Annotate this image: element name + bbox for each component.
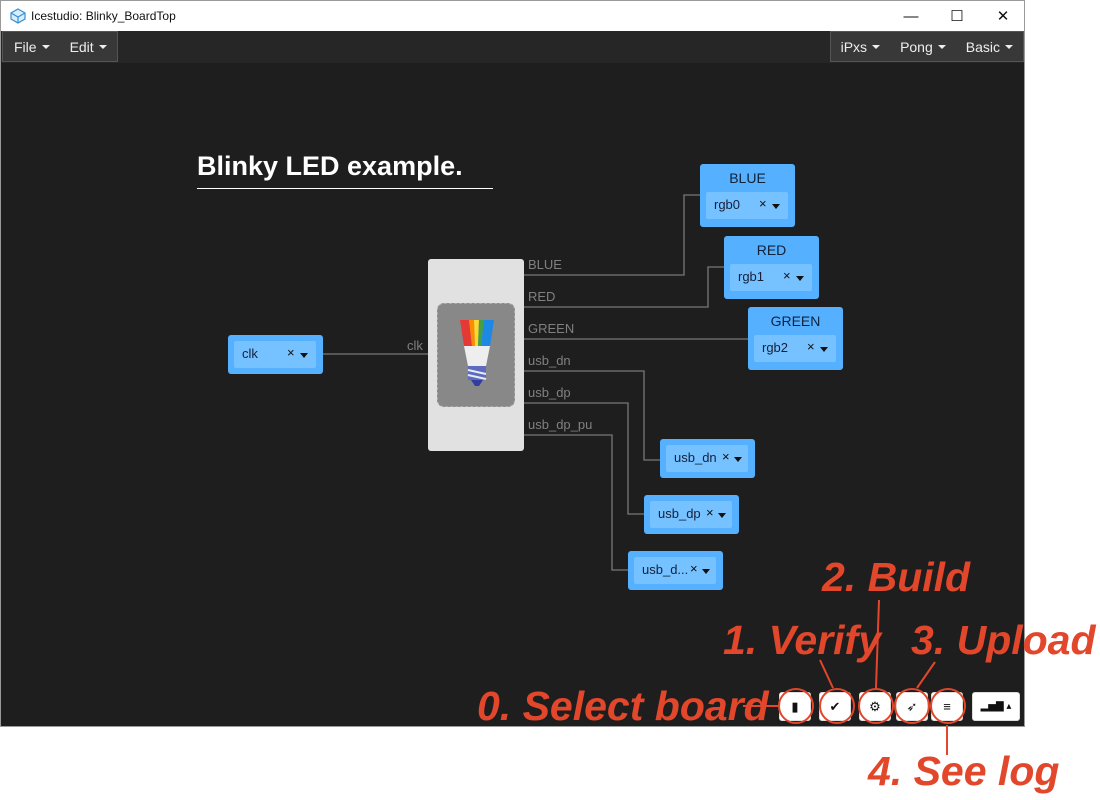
select-board-highlight: [778, 688, 814, 724]
annotation-lines: [743, 599, 948, 755]
verify-highlight: [819, 688, 855, 724]
annotation-upload: 3. Upload: [911, 617, 1096, 663]
annotation-select-board: 0. Select board: [477, 683, 769, 729]
build-highlight: [858, 688, 894, 724]
log-highlight: [930, 688, 966, 724]
upload-highlight: [894, 688, 930, 724]
annotation-see-log: 4. See log: [868, 748, 1060, 794]
annotation-verify: 1. Verify: [723, 617, 882, 663]
annotation-build: 2. Build: [822, 554, 971, 600]
